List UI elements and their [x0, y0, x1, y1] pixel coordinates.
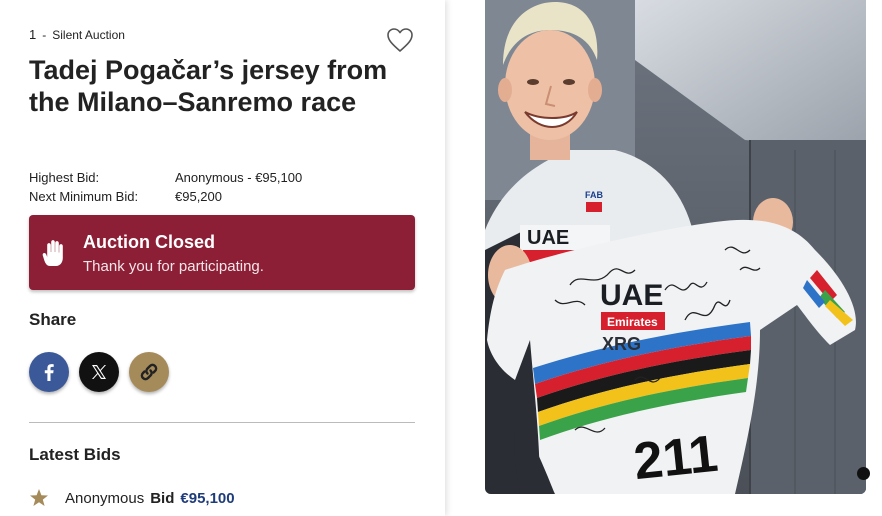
- favorite-heart-icon[interactable]: [386, 27, 414, 53]
- star-icon: [30, 489, 48, 506]
- hand-stop-icon: [42, 240, 63, 266]
- bidder-name: Anonymous: [65, 489, 145, 507]
- jersey-sponsor-banner: Emirates: [607, 315, 658, 329]
- worn-jersey-sponsor: UAE: [527, 227, 569, 249]
- lot-details-panel: 1- Silent Auction Tadej Pogačar’s jersey …: [0, 0, 445, 516]
- jersey-photo: UAE FAB UAE Emirates XRG 211: [485, 0, 866, 494]
- auction-type: Silent Auction: [52, 28, 125, 42]
- share-copy-link-button[interactable]: [129, 352, 169, 392]
- lot-meta: 1- Silent Auction: [29, 27, 125, 42]
- auction-status-subtitle: Thank you for participating.: [83, 258, 264, 275]
- share-facebook-button[interactable]: [29, 352, 69, 392]
- bid-label: Bid: [150, 489, 175, 507]
- section-divider: [29, 422, 415, 423]
- lot-separator: -: [42, 28, 47, 42]
- x-icon: [92, 365, 106, 379]
- next-minimum-bid-label: Next Minimum Bid:: [29, 189, 139, 204]
- auction-status-title: Auction Closed: [83, 232, 216, 252]
- latest-bid-item: Anonymous Bid €95,100: [29, 488, 235, 508]
- jersey-sponsor-main: UAE: [600, 279, 663, 312]
- auction-closed-banner: Auction Closed Thank you for participati…: [29, 215, 415, 290]
- lot-number: 1: [29, 27, 37, 42]
- link-icon: [140, 363, 158, 381]
- highest-bid-value: Anonymous - €95,100: [175, 170, 303, 185]
- highest-bid-label: Highest Bid:: [29, 170, 100, 185]
- bid-summary: Highest Bid: Anonymous - €95,100 Next Mi…: [29, 168, 302, 206]
- jersey-brand: XRG: [602, 334, 641, 354]
- lot-title: Tadej Pogačar’s jersey from the Milano–S…: [29, 55, 388, 117]
- share-heading: Share: [29, 310, 77, 329]
- latest-bids-heading: Latest Bids: [29, 445, 121, 464]
- next-minimum-bid-value: €95,200: [175, 189, 222, 204]
- carousel-dot[interactable]: [857, 467, 870, 480]
- bid-amount: €95,100: [180, 489, 235, 507]
- chest-logo-text: FAB: [585, 190, 604, 200]
- facebook-icon: [44, 364, 54, 381]
- share-x-button[interactable]: [79, 352, 119, 392]
- jersey-race-number: 211: [631, 425, 720, 491]
